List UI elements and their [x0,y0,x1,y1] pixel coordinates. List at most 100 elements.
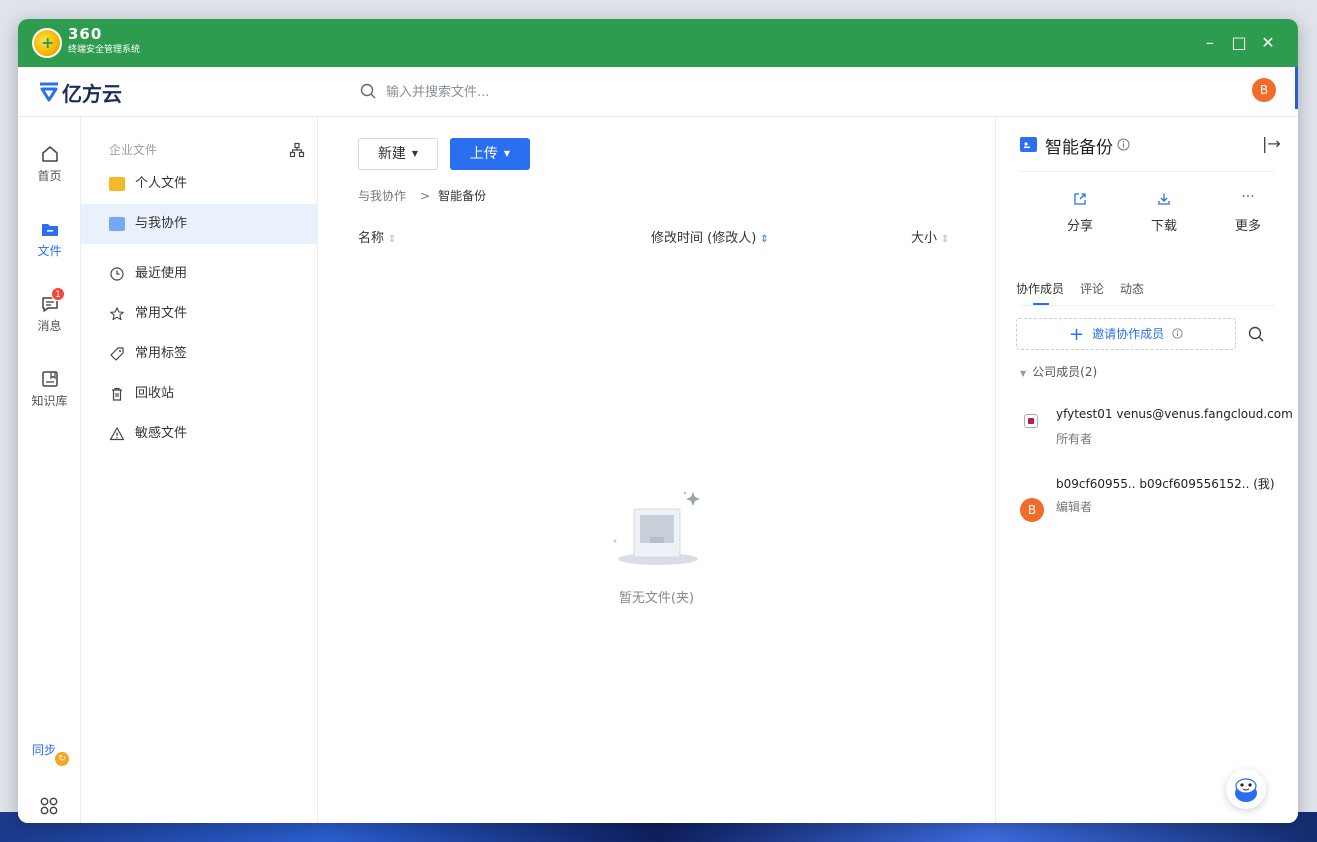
nav-item-trash[interactable]: 回收站 [81,374,318,414]
left-rail: 首页 文件 1 消息 知识库 同步 ↻ [18,117,81,823]
star-icon [110,307,124,321]
member-name: b09cf60955.. b09cf609556152.. (我) [1056,477,1275,491]
more-label: 更多 [1234,219,1261,234]
security-logo-icon: + [32,28,62,58]
sync-status-icon: ↻ [55,752,69,766]
column-modified-label: 修改时间 (修改人) [651,231,757,246]
chevron-right-icon: > [420,189,431,203]
app-name: 亿方云 [62,82,122,106]
share-icon [1074,193,1086,205]
sort-icon: ⇕ [941,234,950,245]
file-list-area: 新建 ▼ 上传 ▼ 与我协作 > 智能备份 名称 ⇕ 修改时间 (修改人) ⇕ 大小 ⇕ 暂无… [318,117,995,823]
warning-icon [109,427,125,441]
new-button-label: 新建 [377,146,406,162]
member-group-toggle[interactable]: ▼ 公司成员(2) [1020,363,1097,380]
column-header-name[interactable]: 名称 ⇕ [358,227,396,246]
caret-down-icon: ▼ [411,149,419,158]
rail-item-messages[interactable]: 1 消息 [18,287,81,334]
close-button[interactable]: ✕ [1256,31,1280,55]
nav-label-tags: 常用标签 [135,346,188,361]
info-icon [1172,328,1183,339]
breadcrumb-parent[interactable]: 与我协作 [358,189,406,203]
breadcrumb-current: 智能备份 [438,189,487,203]
search-icon [360,83,376,99]
nav-item-recent[interactable]: 最近使用 [81,254,318,294]
plus-icon: + [1069,324,1085,345]
minimize-button[interactable]: – [1198,31,1222,55]
upload-button[interactable]: 上传 ▼ [450,138,530,170]
security-subtitle: 终端安全管理系统 [68,45,141,55]
rail-item-knowledge[interactable]: 知识库 [18,368,81,409]
upload-button-label: 上传 [469,146,498,162]
rail-item-files[interactable]: 文件 [18,218,81,259]
member-role: 所有者 [1056,432,1093,446]
nav-item-personal[interactable]: 个人文件 [81,164,318,204]
shared-folder-icon [109,217,125,231]
member-role: 编辑者 [1056,500,1093,514]
download-icon [1158,193,1170,205]
maximize-button[interactable]: □ [1227,31,1251,55]
column-size-label: 大小 [911,231,938,246]
clock-icon [110,267,124,281]
tag-icon [110,347,124,361]
assistant-bot-button[interactable] [1226,769,1266,809]
empty-folder-illustration [613,491,700,565]
divider [1020,305,1274,306]
nav-label-favorites: 常用文件 [135,306,188,321]
nav-section-enterprise[interactable]: 企业文件 [109,141,157,158]
file-nav-panel: 企业文件 个人文件 与我协作 最近使用 常用文件 常用标签 回收站 敏感文件 [81,117,318,823]
home-icon [41,146,58,162]
column-header-size[interactable]: 大小 ⇕ [911,227,949,246]
tab-members[interactable]: 协作成员 [1016,280,1064,297]
nav-item-sensitive[interactable]: 敏感文件 [81,414,318,454]
app-header: 亿方云 B [18,67,1298,117]
detail-panel: 智能备份 |→ 分享 下载 ··· 更多 协作成员 评论 动态 + 邀请协作成员… [995,117,1298,823]
download-action[interactable]: 下载 [1134,189,1194,234]
more-action[interactable]: ··· 更多 [1218,189,1278,234]
trash-icon [112,387,122,401]
brand-logo-icon [40,82,58,102]
assistant-bot-icon [1235,778,1257,802]
rail-item-home[interactable]: 首页 [18,143,81,184]
book-icon [41,371,58,387]
nav-label-shared: 与我协作 [135,216,188,231]
tab-activity[interactable]: 动态 [1120,280,1144,297]
member-search-icon[interactable] [1248,326,1264,342]
collapse-panel-icon[interactable]: |→ [1262,134,1281,153]
personal-folder-icon [109,177,125,191]
org-tree-icon[interactable] [289,142,305,158]
folder-icon [41,224,58,236]
search-input[interactable] [386,79,786,105]
divider [1020,171,1274,172]
rail-label-messages: 消息 [37,319,62,333]
caret-down-icon: ▼ [503,149,511,158]
nav-label-personal: 个人文件 [135,176,188,191]
nav-item-tags[interactable]: 常用标签 [81,334,318,374]
nav-item-favorites[interactable]: 常用文件 [81,294,318,334]
sort-icon: ⇕ [388,234,397,245]
tab-comments[interactable]: 评论 [1080,280,1104,297]
apps-grid-icon[interactable] [40,797,58,815]
info-icon[interactable] [1117,138,1130,151]
user-avatar[interactable]: B [1252,78,1276,102]
breadcrumb: 与我协作 > 智能备份 [358,187,486,204]
new-button[interactable]: 新建 ▼ [358,138,438,170]
shared-folder-icon [1020,137,1037,152]
share-action[interactable]: 分享 [1050,189,1110,234]
column-header-modified[interactable]: 修改时间 (修改人) ⇕ [651,227,769,246]
member-avatar: B [1020,498,1044,522]
invite-label: 邀请协作成员 [1092,327,1165,341]
rail-label-home: 首页 [37,169,62,183]
share-label: 分享 [1066,219,1093,234]
invite-members-button[interactable]: + 邀请协作成员 [1016,318,1236,350]
member-avatar [1024,414,1038,428]
nav-item-shared[interactable]: 与我协作 [81,204,318,244]
download-label: 下载 [1150,219,1177,234]
app-window: + 360 终端安全管理系统 – □ ✕ 亿方云 B 首页 [18,19,1298,823]
security-brand: 360 [68,25,103,43]
member-name: yfytest01 venus@venus.fangcloud.com [1056,407,1293,421]
sync-button[interactable]: 同步 [32,741,56,758]
column-name-label: 名称 [358,231,385,246]
message-badge: 1 [51,287,65,301]
more-icon: ··· [1241,189,1255,205]
